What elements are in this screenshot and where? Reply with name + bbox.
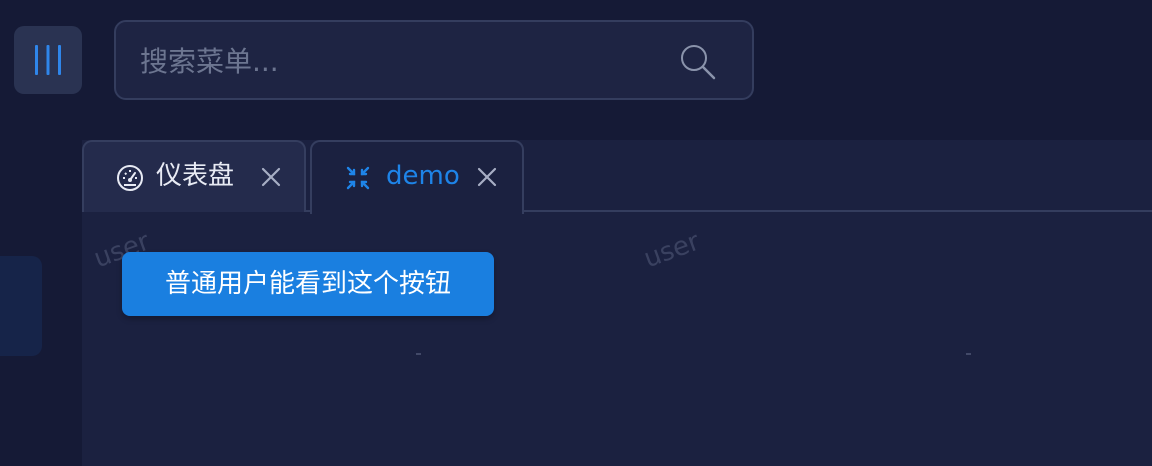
user-visible-button[interactable]: 普通用户能看到这个按钮 (122, 252, 494, 316)
sidebar-active-indicator (0, 256, 42, 356)
tab-label: demo (386, 161, 460, 191)
app-root: 搜索菜单... 仪表盘 demo user user 普通用户能看到这个按钮 (0, 0, 1152, 466)
watermark-mark (966, 353, 971, 355)
content-panel (82, 210, 1152, 466)
menu-icon (35, 45, 61, 75)
close-icon[interactable] (260, 166, 282, 188)
close-icon[interactable] (476, 166, 498, 188)
search-input[interactable]: 搜索菜单... (114, 20, 754, 100)
menu-toggle-button[interactable] (14, 26, 82, 94)
tab-dashboard[interactable]: 仪表盘 (82, 140, 306, 212)
compress-icon (346, 166, 370, 190)
tab-demo[interactable]: demo (310, 140, 524, 214)
tab-label: 仪表盘 (156, 161, 235, 191)
search-placeholder: 搜索菜单... (140, 45, 279, 78)
dashboard-icon (117, 165, 143, 191)
search-icon (681, 45, 716, 80)
watermark-mark (416, 353, 421, 355)
